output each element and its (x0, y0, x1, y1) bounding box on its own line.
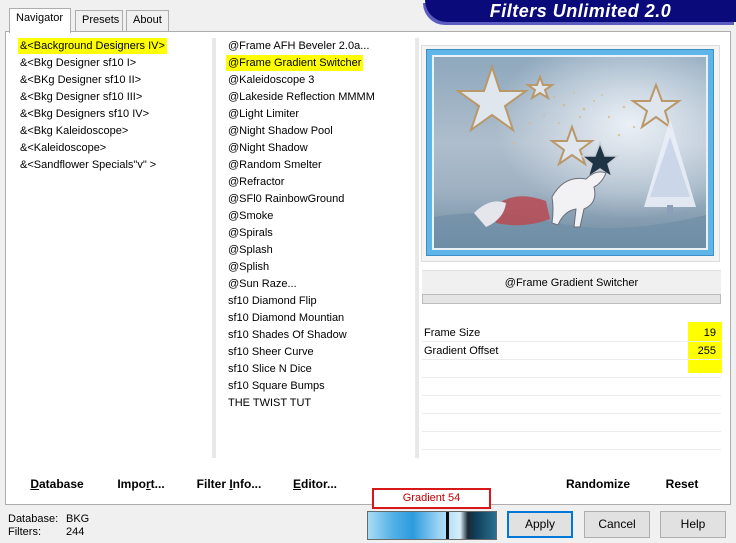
list-item[interactable]: @Light Limiter (226, 106, 301, 122)
list-item[interactable]: &<Bkg Designers sf10 IV> (18, 106, 151, 122)
tab-about[interactable]: About (126, 10, 169, 31)
param-label: Frame Size (424, 327, 481, 339)
gradient-name-label: Gradient 54 (372, 488, 491, 509)
list-item[interactable]: &<Bkg Designer sf10 III> (18, 89, 144, 105)
tab-navigator[interactable]: Navigator (9, 8, 71, 33)
apply-button[interactable]: Apply (507, 511, 573, 538)
list-item[interactable]: @Frame AFH Beveler 2.0a... (226, 38, 371, 54)
list-item[interactable]: sf10 Diamond Mountian (226, 310, 346, 326)
cancel-button[interactable]: Cancel (584, 511, 650, 538)
gradient-swatch[interactable] (367, 511, 497, 540)
list-item[interactable]: @Splash (226, 242, 275, 258)
preview-image (432, 55, 708, 250)
list-item[interactable]: THE TWIST TUT (226, 395, 313, 411)
list-item[interactable]: sf10 Slice N Dice (226, 361, 314, 377)
param-row-empty (422, 415, 721, 432)
list-item[interactable]: @Refractor (226, 174, 286, 190)
list-item[interactable]: &<BKg Designer sf10 II> (18, 72, 143, 88)
randomize-button[interactable]: Randomize (552, 470, 644, 498)
filter-list[interactable]: @Frame AFH Beveler 2.0a... @Frame Gradien… (226, 38, 411, 458)
param-value[interactable]: 255 (686, 343, 718, 360)
list-item[interactable]: @Night Shadow (226, 140, 310, 156)
filters-count: 244 (66, 526, 85, 538)
preview-scene (434, 57, 706, 248)
list-item[interactable]: sf10 Diamond Flip (226, 293, 319, 309)
import-button[interactable]: Import... (105, 470, 177, 498)
database-button[interactable]: Database (12, 470, 102, 498)
database-value: BKG (66, 513, 90, 525)
gradient-marker (446, 512, 449, 539)
category-list[interactable]: &<Background Designers IV> &<Bkg Designer… (18, 38, 210, 458)
filter-info-button[interactable]: Filter Info... (188, 470, 270, 498)
list-item[interactable]: @Frame Gradient Switcher (226, 55, 364, 71)
app-title-banner: Filters Unlimited 2.0 (425, 0, 736, 22)
param-row-empty (422, 361, 721, 378)
list-item[interactable]: @Lakeside Reflection MMMM (226, 89, 377, 105)
param-row-gradient-offset[interactable]: Gradient Offset 255 (422, 343, 721, 360)
list-item[interactable]: @Night Shadow Pool (226, 123, 335, 139)
list-item[interactable]: @Sun Raze... (226, 276, 299, 292)
list-item[interactable]: @Kaleidoscope 3 (226, 72, 316, 88)
list-item[interactable]: &<Background Designers IV> (18, 38, 167, 54)
tab-presets[interactable]: Presets (75, 10, 123, 31)
param-row-empty (422, 397, 721, 414)
param-value[interactable]: 19 (686, 325, 718, 342)
reset-button[interactable]: Reset (650, 470, 714, 498)
filters-label: Filters: (8, 526, 41, 538)
help-button[interactable]: Help (660, 511, 726, 538)
param-row-empty (422, 379, 721, 396)
preview-image-border (426, 49, 714, 256)
list-item[interactable]: @SFl0 RainbowGround (226, 191, 346, 207)
list-item[interactable]: &<Kaleidoscope> (18, 140, 108, 156)
list-item[interactable]: &<Sandflower Specials"v" > (18, 157, 158, 173)
list-item[interactable]: sf10 Shades Of Shadow (226, 327, 349, 343)
param-label: Gradient Offset (424, 345, 499, 357)
list-item[interactable]: @Random Smelter (226, 157, 324, 173)
list-divider (415, 38, 419, 458)
list-item[interactable]: &<Bkg Designer sf10 I> (18, 55, 138, 71)
list-divider (212, 38, 216, 458)
param-row-empty (422, 433, 721, 450)
list-item[interactable]: sf10 Square Bumps (226, 378, 327, 394)
param-row-frame-size[interactable]: Frame Size 19 (422, 325, 721, 342)
list-item[interactable]: sf10 Sheer Curve (226, 344, 316, 360)
list-item[interactable]: @Spirals (226, 225, 275, 241)
selected-filter-name: @Frame Gradient Switcher (422, 270, 721, 294)
list-item[interactable]: @Smoke (226, 208, 275, 224)
editor-button[interactable]: Editor... (280, 470, 350, 498)
list-item[interactable]: @Splish (226, 259, 271, 275)
list-item[interactable]: &<Bkg Kaleidoscope> (18, 123, 130, 139)
progress-bar (422, 294, 721, 304)
database-label: Database: (8, 513, 59, 525)
